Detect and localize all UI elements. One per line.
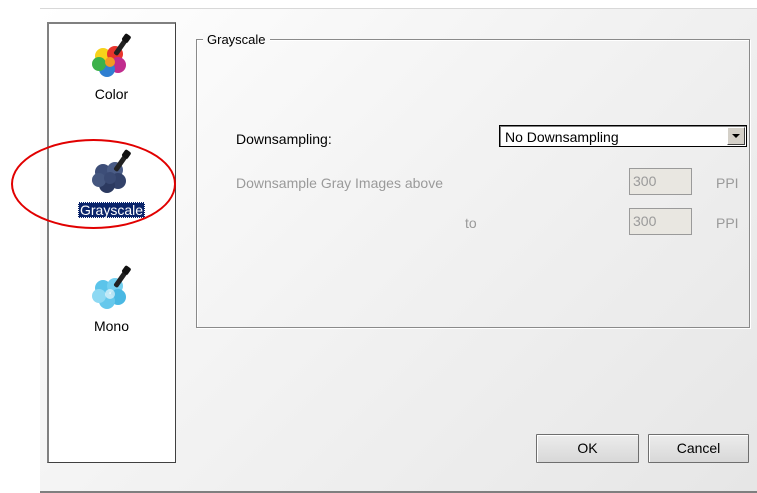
downsample-above-label: Downsample Gray Images above (236, 175, 443, 191)
category-list[interactable]: Color Grayscale Mono (47, 22, 176, 463)
downsample-to-label: to (465, 215, 477, 231)
group-title: Grayscale (203, 33, 270, 47)
downsampling-dropdown[interactable]: No Downsampling (499, 125, 747, 147)
category-label-mono: Mono (93, 318, 130, 334)
downsample-to-input[interactable]: 300 (629, 208, 692, 235)
downsample-to-unit: PPI (716, 215, 739, 231)
category-label-grayscale: Grayscale (77, 202, 146, 218)
category-item-color[interactable]: Color (49, 32, 174, 102)
downsample-above-input[interactable]: 300 (629, 168, 692, 195)
cancel-button[interactable]: Cancel (648, 434, 749, 463)
grayscale-dropper-icon (91, 149, 131, 193)
downsample-above-unit: PPI (716, 175, 739, 191)
category-item-mono[interactable]: Mono (49, 264, 174, 334)
downsampling-label: Downsampling: (236, 131, 332, 147)
downsampling-value: No Downsampling (505, 129, 619, 145)
category-label-color: Color (94, 86, 129, 102)
ok-button[interactable]: OK (536, 434, 639, 463)
color-dropper-icon (91, 33, 131, 77)
category-item-grayscale[interactable]: Grayscale (49, 148, 174, 218)
mono-dropper-icon (91, 265, 131, 309)
chevron-down-icon[interactable] (727, 127, 745, 145)
